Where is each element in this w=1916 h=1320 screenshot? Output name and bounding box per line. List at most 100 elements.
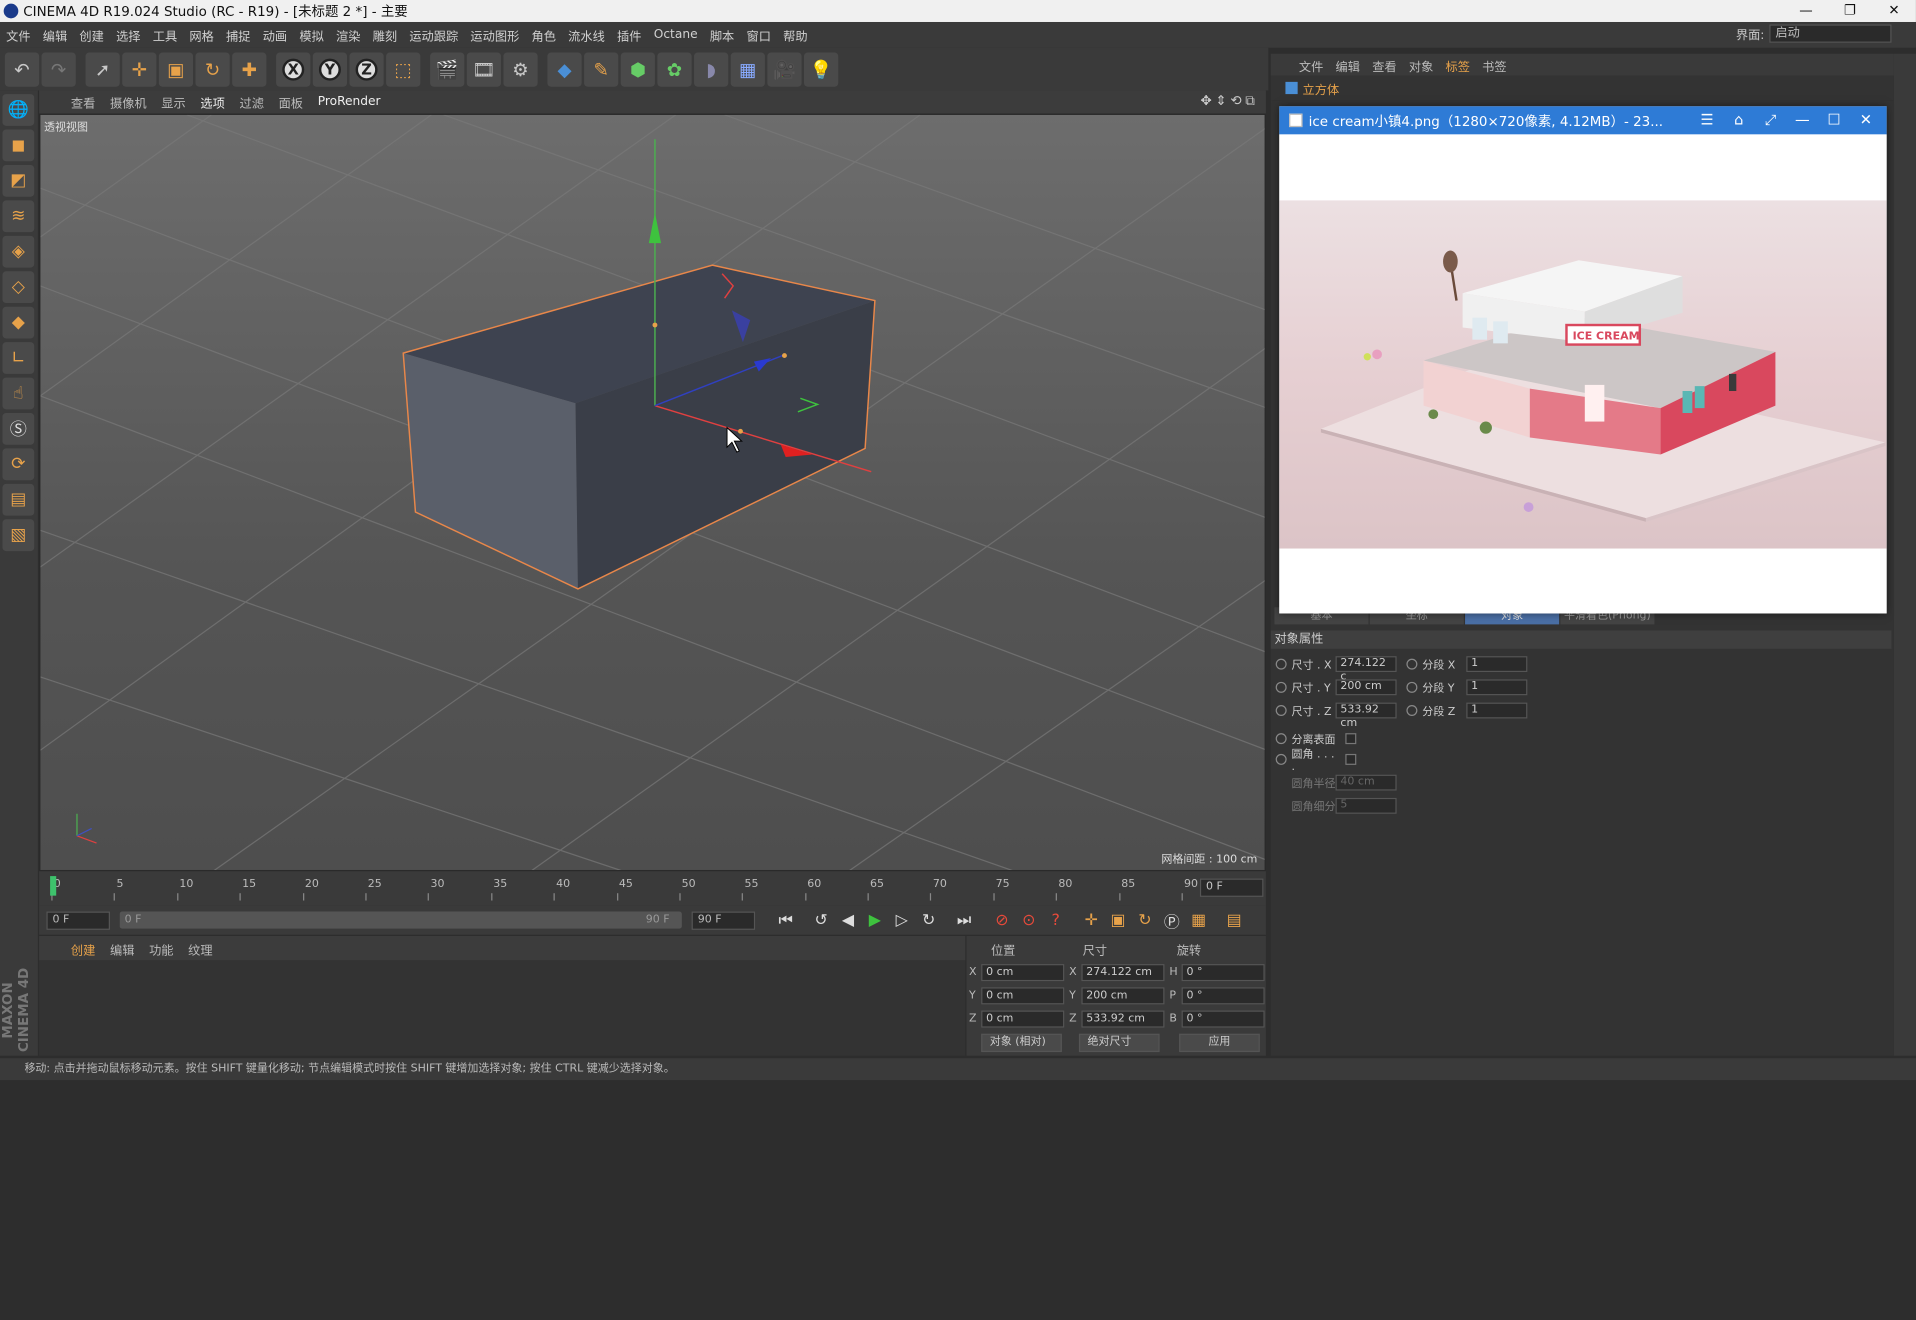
image-viewer-window[interactable]: ice cream小镇4.png（1280×720像素, 4.12MB）- 23… [1279,106,1887,614]
size-z-input[interactable]: 533.92 cm [1335,701,1397,729]
size-x-input[interactable]: 274.122 c [1335,655,1397,682]
separate-surfaces-anim-icon[interactable] [1275,732,1287,744]
menu-mesh[interactable]: 网格 [183,26,220,44]
layout-select[interactable]: 启动 [1769,24,1892,43]
viewer-minimize-icon[interactable]: — [1786,106,1818,134]
size-x-anim-icon[interactable] [1275,657,1287,669]
fillet-radius-input[interactable]: 40 cm [1335,774,1397,790]
render-picture-viewer-icon[interactable]: 🎞 [466,51,501,87]
position-z-field[interactable]: 0 cm [981,1010,1065,1028]
material-menu-create[interactable]: 创建 [64,939,103,957]
redo-icon[interactable]: ↷ [41,51,76,87]
seg-x-input[interactable]: 1 [1466,655,1528,672]
viewport-nav-icons[interactable]: ✥⇕⟲⧉ [1200,93,1258,110]
recent-tool-icon[interactable]: ✚ [232,51,267,87]
subdivision-icon[interactable]: ⬢ [620,51,655,87]
side-tabs[interactable] [1893,53,1916,1056]
start-frame-field[interactable]: 0 F [46,910,110,930]
autokey-icon[interactable]: ⊙ [1017,908,1041,932]
timeline-window-icon[interactable]: ▤ [1222,908,1246,932]
size-z-field[interactable]: 533.92 cm [1081,1010,1165,1028]
rotation-h-field[interactable]: 0 ° [1181,964,1265,982]
previous-key-icon[interactable]: ↺ [809,908,833,932]
object-list-item[interactable]: 立方体 [1270,75,1894,101]
viewport-menu-filter[interactable]: 过滤 [232,93,271,111]
om-menu-view[interactable]: 查看 [1366,56,1403,73]
cube-icon[interactable]: ◆ [547,51,582,87]
menu-help[interactable]: 帮助 [777,26,814,44]
viewport-menu-options[interactable]: 选项 [193,93,232,111]
seg-y-anim-icon[interactable] [1406,681,1418,693]
timeline[interactable]: 0 5 10 15 20 25 30 35 40 45 50 55 60 65 70 75 80 85 90 0 F [39,871,1266,906]
menu-select[interactable]: 选择 [110,26,147,44]
workplane-icon[interactable]: ≋ [2,200,35,233]
next-frame-icon[interactable]: ▷ [890,908,914,932]
keyframe-selection-icon[interactable]: ? [1044,908,1068,932]
restore-button[interactable]: ❐ [1828,0,1872,22]
go-to-start-icon[interactable]: ⏮ [773,908,797,932]
fillet-anim-icon[interactable] [1275,753,1287,765]
menu-file[interactable]: 文件 [0,26,37,44]
viewport-menu-display[interactable]: 显示 [154,93,193,111]
key-pla-icon[interactable]: ▦ [1186,908,1210,932]
menu-window[interactable]: 窗口 [740,26,777,44]
scale-icon[interactable]: ▣ [158,51,194,87]
size-mode-dropdown[interactable]: 绝对尺寸 [1078,1033,1160,1053]
menu-motion-tracking[interactable]: 运动跟踪 [403,26,464,44]
menu-plugins[interactable]: 插件 [611,26,648,44]
fillet-subdivision-input[interactable]: 5 [1335,797,1397,814]
separate-surfaces-checkbox[interactable] [1345,732,1357,744]
material-menu-texture[interactable]: 纹理 [181,939,220,957]
y-axis-icon[interactable]: Y [312,51,348,87]
size-y-anim-icon[interactable] [1275,681,1287,693]
viewer-close-icon[interactable]: ✕ [1850,106,1882,134]
cloner-icon[interactable]: ✿ [657,51,692,87]
minimize-button[interactable]: — [1784,0,1828,22]
image-viewer-title-bar[interactable]: ice cream小镇4.png（1280×720像素, 4.12MB）- 23… [1279,106,1887,135]
viewer-maximize-icon[interactable]: ☐ [1818,106,1850,134]
size-y-field[interactable]: 200 cm [1081,987,1165,1005]
previous-frame-icon[interactable]: ◀ [836,908,860,932]
key-position-icon[interactable]: ✛ [1079,908,1103,932]
go-to-end-icon[interactable]: ⏭ [952,908,976,932]
size-y-input[interactable]: 200 cm [1335,678,1397,695]
points-mode-icon[interactable]: ◈ [2,235,35,268]
position-x-field[interactable]: 0 cm [981,964,1065,982]
seg-z-input[interactable]: 1 [1466,701,1528,718]
coord-mode-dropdown[interactable]: 对象 (相对) [981,1033,1062,1053]
rotation-b-field[interactable]: 0 ° [1181,1010,1265,1028]
tweak-icon[interactable]: ☝ [2,377,35,410]
record-icon[interactable]: ⊘ [990,908,1014,932]
lock-workplane-icon[interactable]: ▤ [2,483,35,516]
fillet-checkbox[interactable] [1345,753,1357,765]
current-frame-field[interactable]: 0 F [1199,878,1264,897]
om-menu-objects[interactable]: 对象 [1403,56,1440,73]
key-scale-icon[interactable]: ▣ [1106,908,1130,932]
playhead[interactable] [50,876,57,896]
object-name[interactable]: 立方体 [1303,79,1340,97]
viewer-pin-icon[interactable]: ⌂ [1723,106,1755,134]
z-axis-icon[interactable]: Z [349,51,384,87]
timeline-ruler[interactable]: 0 5 10 15 20 25 30 35 40 45 50 55 60 65 70 75 80 85 90 [51,874,1198,901]
key-parameter-icon[interactable]: Ⓟ [1160,908,1184,932]
size-x-field[interactable]: 274.122 cm [1081,964,1165,982]
menu-script[interactable]: 脚本 [704,26,741,44]
menu-tools[interactable]: 工具 [147,26,184,44]
polygons-mode-icon[interactable]: ◆ [2,306,35,339]
om-menu-bookmarks[interactable]: 书签 [1476,56,1513,73]
menu-octane[interactable]: Octane [648,28,704,41]
light-icon[interactable]: 💡 [804,51,839,87]
seg-y-input[interactable]: 1 [1466,678,1528,695]
edges-mode-icon[interactable]: ◇ [2,271,35,304]
viewer-fullscreen-icon[interactable]: ⤢ [1755,106,1787,134]
apply-button[interactable]: 应用 [1179,1033,1260,1053]
undo-icon[interactable]: ↶ [4,51,40,87]
rotate-icon[interactable]: ↻ [195,51,230,87]
axis-mode-icon[interactable]: ∟ [2,342,35,374]
om-menu-edit[interactable]: 编辑 [1329,56,1366,73]
menu-edit[interactable]: 编辑 [37,26,74,44]
make-editable-icon[interactable]: 🌐 [2,94,35,126]
seg-z-anim-icon[interactable] [1406,704,1418,716]
texture-mode-icon[interactable]: ◩ [2,164,35,197]
viewport-menu-cameras[interactable]: 摄像机 [103,93,154,111]
